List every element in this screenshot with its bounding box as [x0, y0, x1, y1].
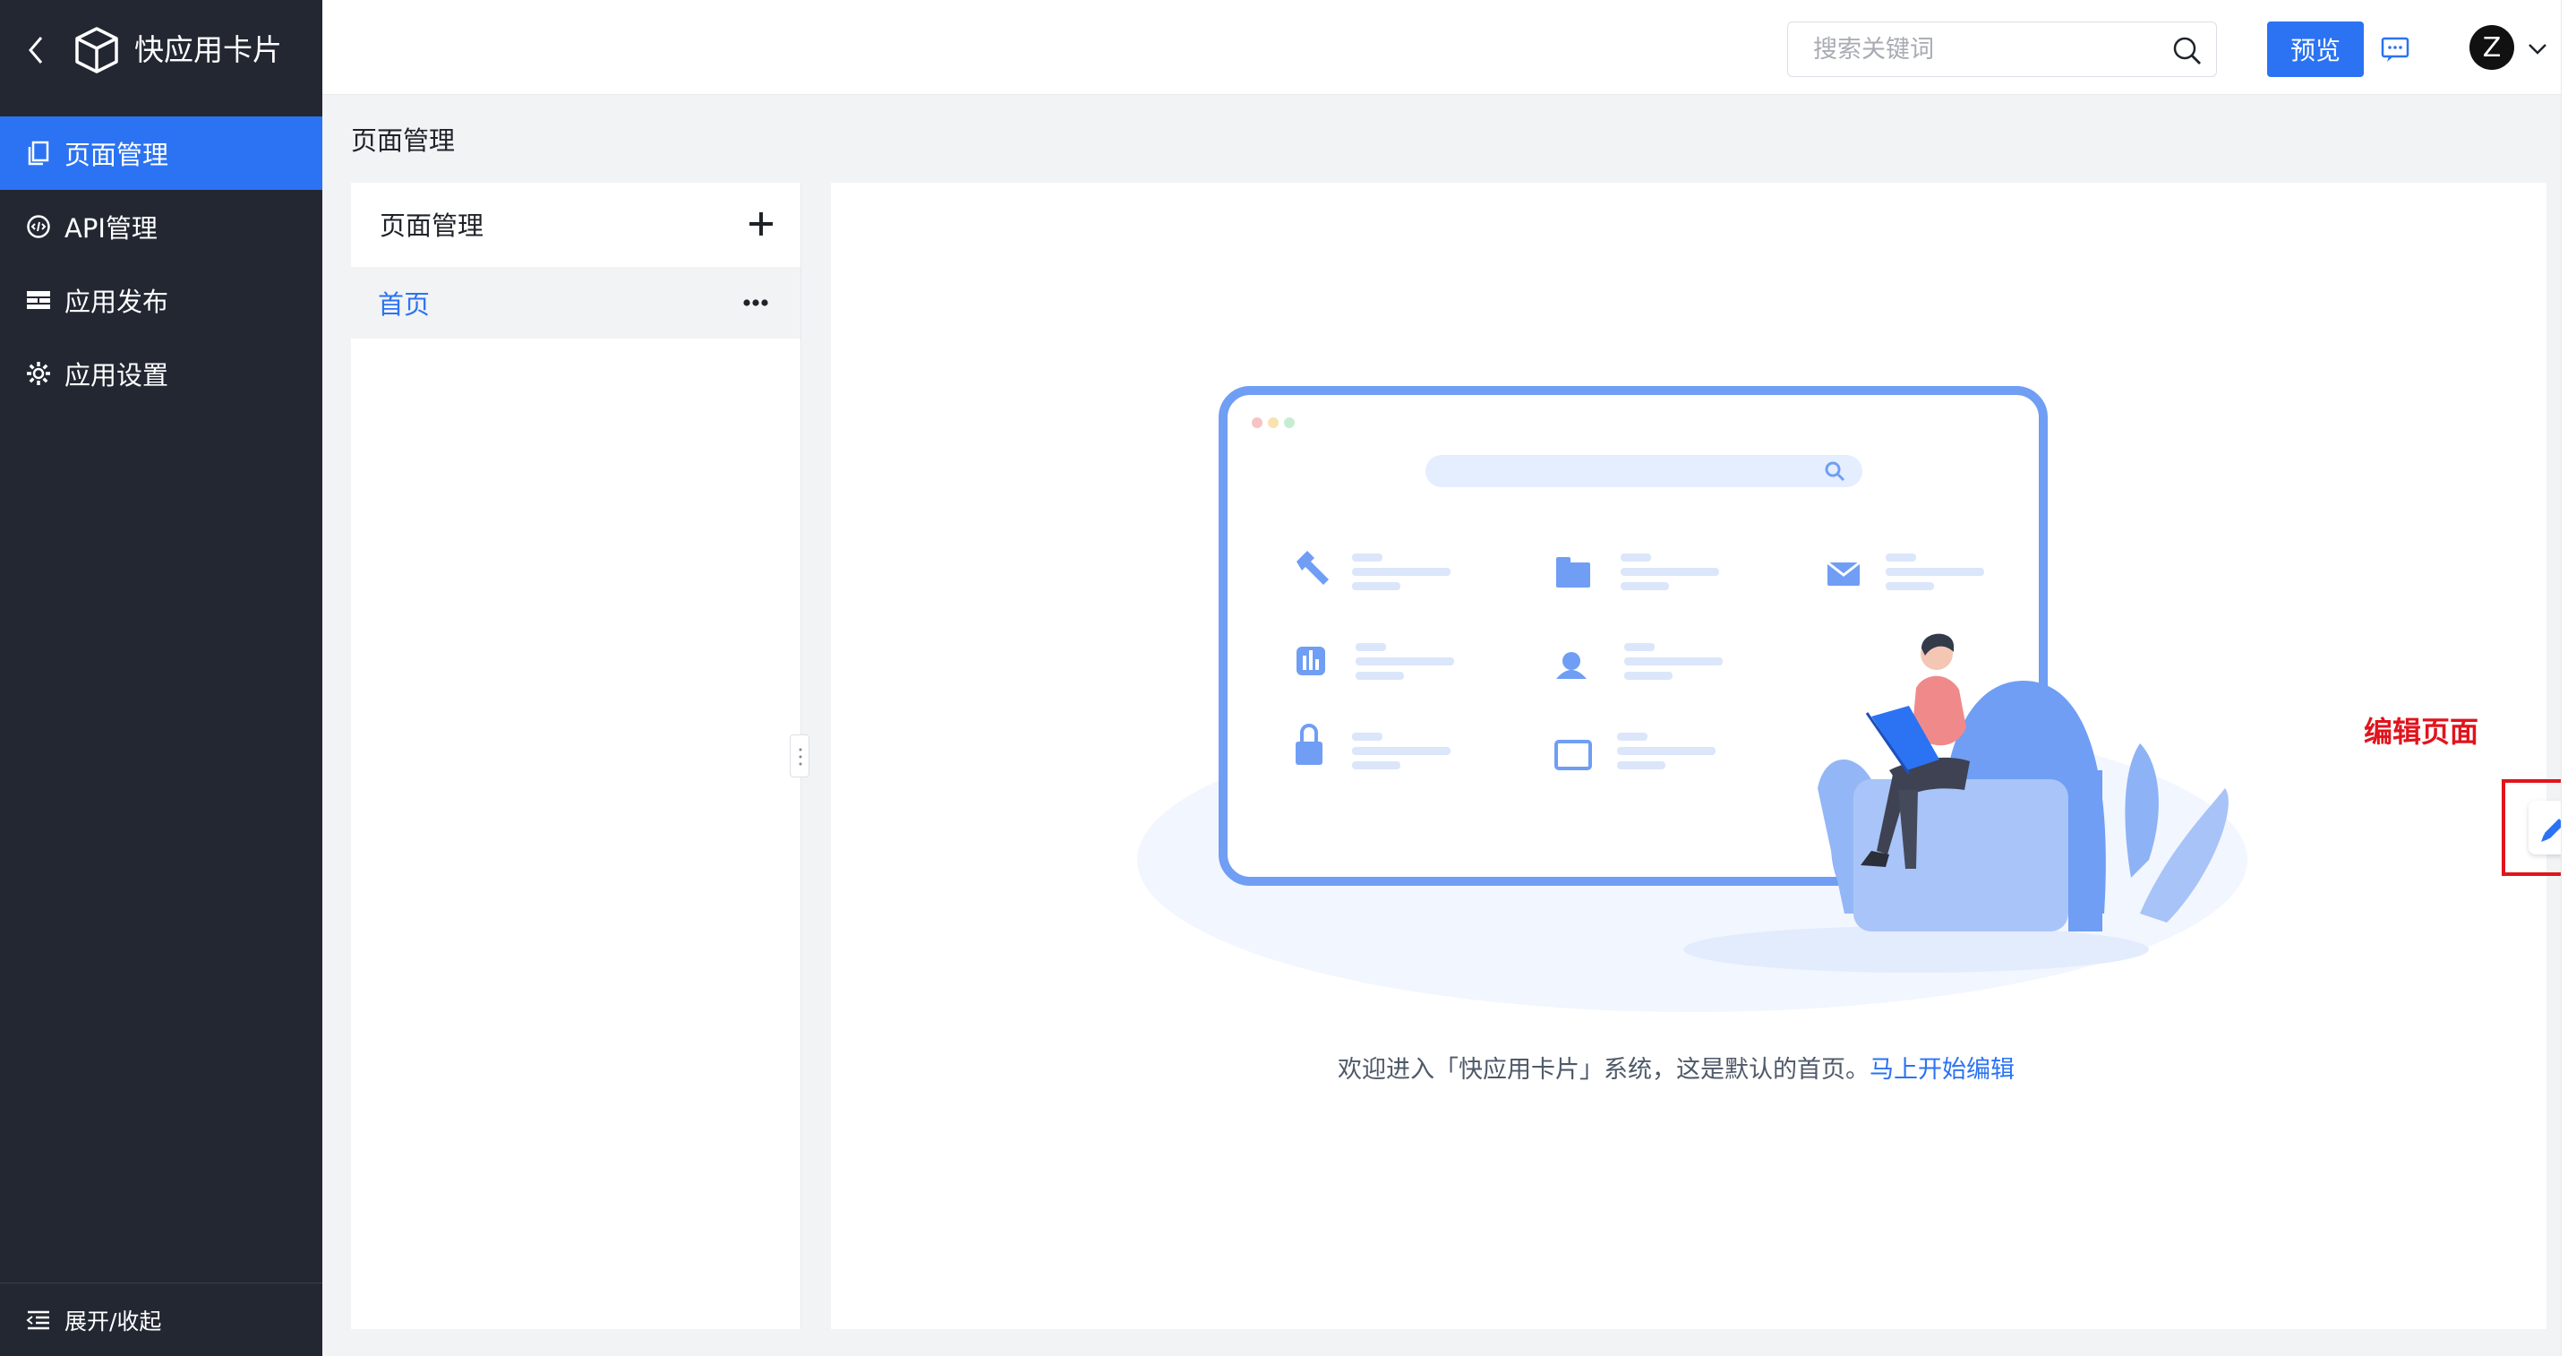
page-icon — [25, 140, 52, 167]
search-input[interactable] — [1813, 31, 2153, 67]
collapse-icon — [26, 1310, 49, 1329]
sidebar-item-label: 应用设置 — [64, 360, 169, 390]
gear-icon — [25, 360, 52, 387]
back-icon[interactable] — [23, 32, 50, 68]
page-list-item[interactable]: 首页 — [351, 267, 800, 339]
sidebar-item-publish[interactable]: 应用发布 — [0, 263, 322, 337]
scrollbar[interactable] — [2561, 0, 2576, 1356]
sidebar-nav: 页面管理 API管理 应用发布 应用设置 — [0, 116, 322, 410]
publish-icon — [25, 287, 52, 313]
message-icon[interactable] — [2380, 34, 2410, 64]
resize-handle[interactable] — [790, 734, 809, 777]
welcome-text: 欢迎进入「快应用卡片」系统，这是默认的首页。 — [1338, 1056, 1870, 1084]
sidebar-toggle-label: 展开/收起 — [64, 1308, 162, 1335]
sidebar-item-label: 应用发布 — [64, 287, 169, 317]
more-icon[interactable] — [740, 292, 772, 313]
sidebar-item-settings[interactable]: 应用设置 — [0, 337, 322, 410]
pages-panel: 页面管理 首页 — [351, 183, 800, 1329]
app-title: 快应用卡片 — [134, 32, 282, 67]
welcome-message: 欢迎进入「快应用卡片」系统，这是默认的首页。马上开始编辑 — [1338, 1050, 2015, 1085]
sidebar-item-api-management[interactable]: API管理 — [0, 190, 322, 263]
page-list-item-label: 首页 — [378, 289, 431, 320]
chevron-down-icon[interactable] — [2525, 38, 2550, 59]
page-title: 页面管理 — [351, 125, 456, 156]
start-editing-link[interactable]: 马上开始编辑 — [1870, 1056, 2015, 1084]
sidebar-toggle[interactable]: 展开/收起 — [0, 1283, 322, 1356]
add-page-icon[interactable] — [745, 208, 777, 240]
search-box — [1787, 21, 2217, 77]
pages-panel-header: 页面管理 — [351, 183, 800, 265]
api-icon — [25, 213, 52, 240]
sidebar-item-label: API管理 — [64, 213, 158, 244]
sidebar-item-page-management[interactable]: 页面管理 — [0, 116, 322, 190]
search-icon[interactable] — [2171, 35, 2204, 67]
preview-button[interactable]: 预览 — [2267, 21, 2364, 77]
topbar: 预览 Z — [322, 0, 2576, 95]
avatar[interactable]: Z — [2469, 25, 2514, 70]
empty-state-illustration — [1137, 386, 2247, 1012]
sidebar-item-label: 页面管理 — [64, 140, 169, 170]
annotation-label: 编辑页面 — [2364, 715, 2479, 749]
pages-panel-title: 页面管理 — [380, 210, 484, 241]
cube-logo-icon — [75, 27, 118, 73]
sidebar-header: 快应用卡片 — [0, 0, 322, 100]
sidebar: 快应用卡片 页面管理 API管理 应用发布 应用设置 展开/收起 — [0, 0, 322, 1356]
